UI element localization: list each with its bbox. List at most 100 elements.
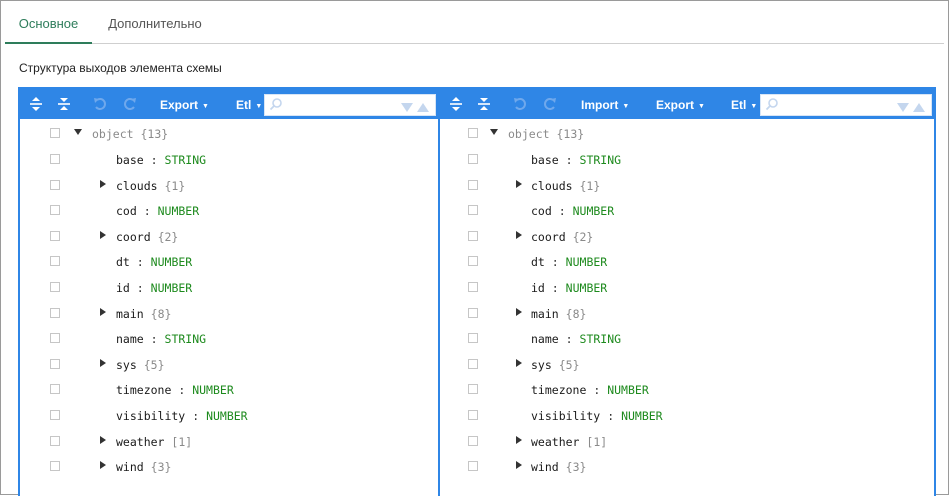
tree-row: visibility : NUMBER [440,402,934,428]
caret-right-icon[interactable] [97,178,109,190]
checkbox-icon[interactable] [468,384,478,395]
undo-icon[interactable] [92,96,108,112]
tree-node-key: base : STRING [531,153,622,167]
etl-menu[interactable]: Etl ▼ [236,89,262,119]
checkbox-icon[interactable] [468,333,478,344]
caret-right-icon[interactable] [513,306,525,318]
checkbox-icon[interactable] [468,358,478,369]
checkbox-icon[interactable] [468,230,478,241]
caret-right-icon[interactable] [513,459,525,471]
caret-down-icon: ▼ [698,103,705,110]
search-icon [765,97,779,116]
next-result-icon[interactable] [401,100,413,118]
tree-node-key: sys {5} [531,357,580,372]
expand-all-icon[interactable] [448,96,464,112]
checkbox-icon[interactable] [468,205,478,216]
checkbox-icon[interactable] [468,307,478,318]
tree-row: base : STRING [440,146,934,172]
left-search-box [264,94,436,116]
tree-row: wind {3} [440,453,934,479]
tree-node-key: timezone : NUMBER [531,383,649,398]
left-tree: object {13} base : STRING clouds {1} cod :… [20,119,438,496]
tree-node-key: timezone : NUMBER [116,383,234,398]
caret-right-icon[interactable] [513,434,525,446]
checkbox-icon[interactable] [50,256,60,267]
checkbox-icon[interactable] [50,461,60,472]
tree-node-key: dt : NUMBER [116,255,193,270]
root-key: object {13} [508,127,585,141]
tree-node-key: base : STRING [116,153,207,167]
tree-row: main {8} [20,300,438,326]
tree-row: visibility : NUMBER [20,402,438,428]
tree-row: id : NUMBER [20,274,438,300]
tree-row: name : STRING [20,325,438,351]
checkbox-icon[interactable] [50,128,60,138]
right-toolbar: Import ▼ Export ▼ Etl ▼ [440,89,934,119]
import-label: Import [581,98,619,112]
collapse-all-icon[interactable] [476,96,492,112]
collapse-all-icon[interactable] [56,96,72,112]
checkbox-icon[interactable] [50,358,60,369]
right-search-box [760,94,932,116]
checkbox-icon[interactable] [468,435,478,446]
undo-icon[interactable] [512,96,528,112]
next-result-icon[interactable] [897,100,909,118]
tree-row: base : STRING [20,146,438,172]
checkbox-icon[interactable] [50,282,60,292]
caret-right-icon[interactable] [97,357,109,369]
checkbox-icon[interactable] [50,179,60,190]
checkbox-icon[interactable] [468,461,478,472]
tree-node-key: coord {2} [531,229,594,244]
caret-down-icon[interactable] [72,126,84,138]
tree-row: dt : NUMBER [20,248,438,274]
import-menu[interactable]: Import ▼ [581,89,629,119]
tree-row: coord {2} [20,223,438,249]
tree-row: wind {3} [20,453,438,479]
caret-down-icon[interactable] [488,126,500,138]
expand-all-icon[interactable] [28,96,44,112]
checkbox-icon[interactable] [50,205,60,216]
export-label: Export [160,98,199,112]
checkbox-icon[interactable] [468,282,478,292]
tree-node-key: weather [1] [116,434,193,449]
checkbox-icon[interactable] [468,256,478,267]
root-key: object {13} [92,127,169,141]
tree-row: sys {5} [20,351,438,377]
checkbox-icon[interactable] [50,435,60,446]
tab-main[interactable]: Основное [5,1,92,44]
tree-node-key: cod : NUMBER [531,204,615,219]
tree-node-key: sys {5} [116,357,165,372]
caret-down-icon: ▼ [202,103,209,110]
caret-down-icon: ▼ [750,103,758,110]
search-input[interactable] [783,96,897,116]
search-input[interactable] [287,96,401,116]
checkbox-icon[interactable] [50,333,60,344]
caret-right-icon[interactable] [97,229,109,241]
checkbox-icon[interactable] [468,179,478,190]
export-menu[interactable]: Export ▼ [656,89,705,119]
checkbox-icon[interactable] [50,230,60,241]
tab-additional[interactable]: Дополнительно [97,1,213,43]
previous-result-icon[interactable] [913,100,925,118]
export-menu[interactable]: Export ▼ [160,89,209,119]
tree-row: clouds {1} [440,172,934,198]
caret-right-icon[interactable] [97,434,109,446]
checkbox-icon[interactable] [468,128,478,138]
checkbox-icon[interactable] [50,410,60,420]
checkbox-icon[interactable] [468,410,478,420]
checkbox-icon[interactable] [468,154,478,164]
caret-right-icon[interactable] [97,459,109,471]
tree-row: sys {5} [440,351,934,377]
checkbox-icon[interactable] [50,154,60,164]
previous-result-icon[interactable] [417,100,429,118]
checkbox-icon[interactable] [50,384,60,395]
redo-icon[interactable] [542,96,558,112]
etl-menu[interactable]: Etl ▼ [731,89,757,119]
caret-right-icon[interactable] [513,178,525,190]
caret-right-icon[interactable] [513,357,525,369]
caret-right-icon[interactable] [513,229,525,241]
checkbox-icon[interactable] [50,307,60,318]
tree-node-key: clouds {1} [531,178,601,193]
caret-right-icon[interactable] [97,306,109,318]
redo-icon[interactable] [122,96,138,112]
